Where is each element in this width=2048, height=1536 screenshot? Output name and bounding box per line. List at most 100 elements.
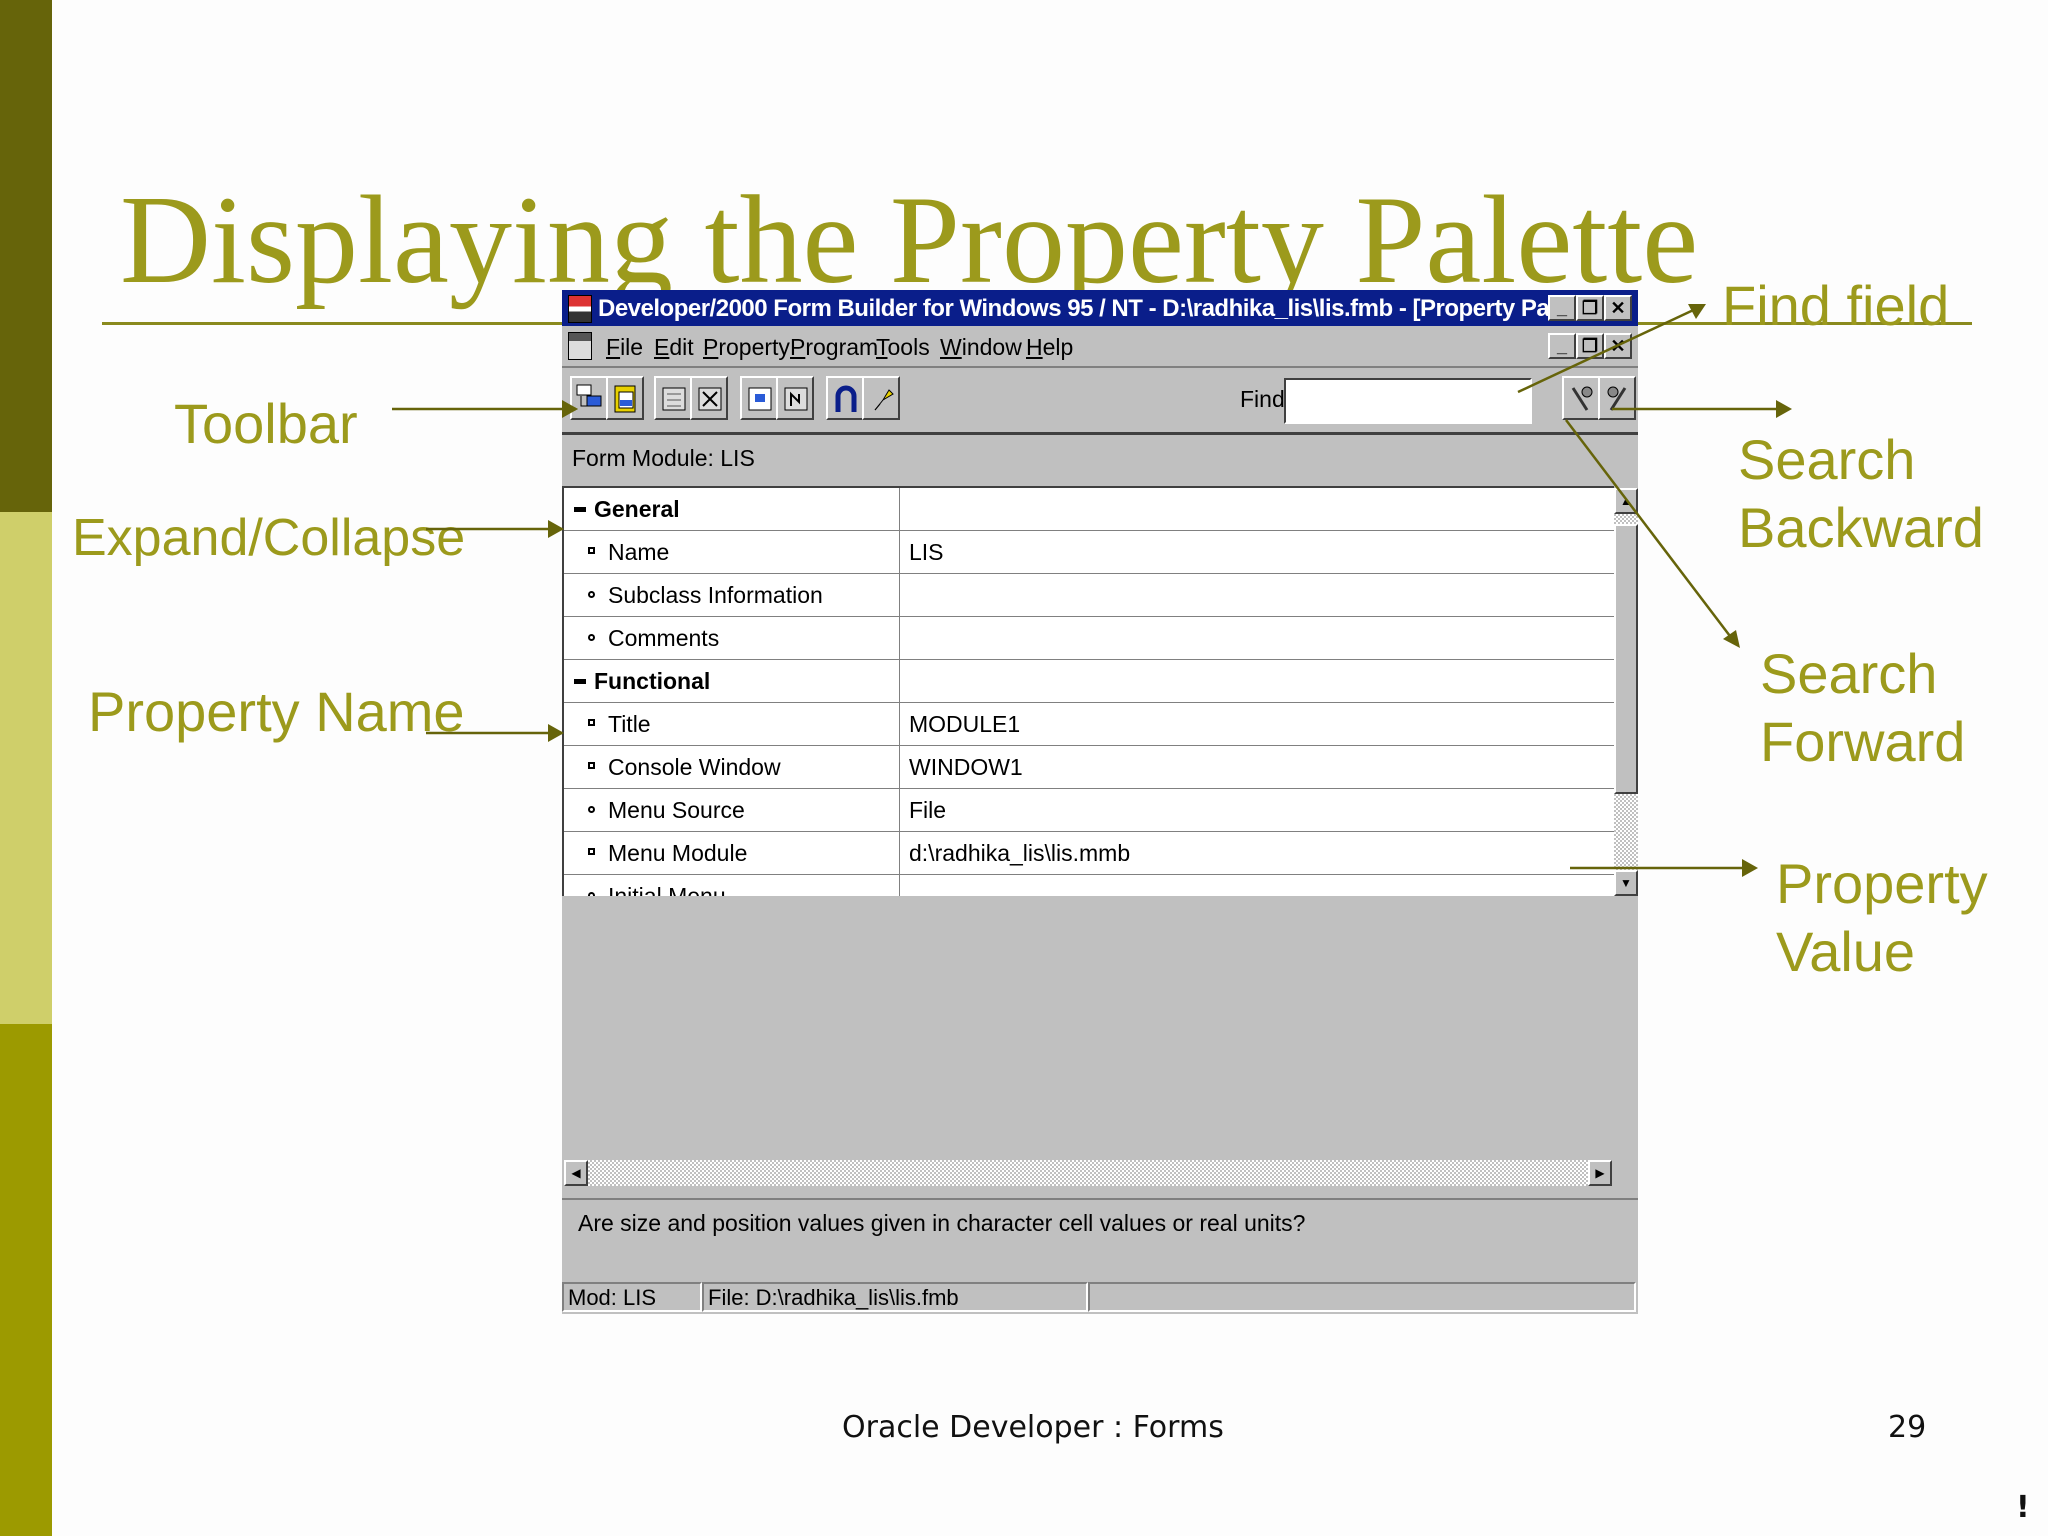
paste-properties-button[interactable] bbox=[606, 376, 644, 420]
property-class-icon bbox=[784, 387, 808, 411]
property-name-text: Console Window bbox=[608, 754, 781, 780]
module-header-text: Form Module: LIS bbox=[572, 445, 755, 471]
left-bar-bottom bbox=[0, 1024, 52, 1536]
callout-search-backward-2: Backward bbox=[1738, 496, 1984, 559]
dot-bullet-icon bbox=[588, 591, 595, 598]
toolbar: Find: bbox=[562, 368, 1638, 435]
callout-search-forward-2: Forward bbox=[1760, 710, 1966, 773]
property-value-text[interactable]: MODULE1 bbox=[909, 711, 1020, 738]
copy-properties-button[interactable] bbox=[570, 376, 608, 420]
property-name-cell[interactable]: Functional bbox=[564, 660, 900, 702]
menu-property[interactable]: Property bbox=[703, 334, 790, 361]
dot-bullet-icon bbox=[588, 634, 595, 641]
window-title: Developer/2000 Form Builder for Windows … bbox=[598, 295, 1604, 322]
menu-program[interactable]: Program bbox=[790, 334, 878, 361]
restore-button[interactable]: ❐ bbox=[1576, 295, 1604, 321]
property-row[interactable]: Title MODULE1 bbox=[564, 703, 1614, 746]
window-titlebar[interactable]: Developer/2000 Form Builder for Windows … bbox=[562, 290, 1638, 326]
property-value-text[interactable]: LIS bbox=[909, 539, 944, 566]
property-name-cell[interactable]: Initial Menu bbox=[564, 875, 900, 896]
pin-button[interactable] bbox=[862, 376, 900, 420]
property-name-cell[interactable]: Menu Source bbox=[564, 789, 900, 831]
menubar: File Edit Property Program Tools Window … bbox=[562, 326, 1638, 368]
close-button[interactable]: ✕ bbox=[1604, 295, 1632, 321]
slide-footer: Oracle Developer : Forms bbox=[842, 1410, 1224, 1445]
intersection-button[interactable] bbox=[826, 376, 864, 420]
property-name-cell[interactable]: Console Window bbox=[564, 746, 900, 788]
property-row[interactable]: Initial Menu bbox=[564, 875, 1614, 896]
property-row[interactable]: Subclass Information bbox=[564, 574, 1614, 617]
hint-text: Are size and position values given in ch… bbox=[578, 1210, 1306, 1236]
property-name-text: Menu Source bbox=[608, 797, 745, 823]
scroll-left-button[interactable]: ◀ bbox=[564, 1160, 588, 1186]
hint-bar: Are size and position values given in ch… bbox=[562, 1198, 1638, 1244]
square-bullet-icon bbox=[588, 762, 595, 769]
property-name-cell[interactable]: Subclass Information bbox=[564, 574, 900, 616]
add-property-button[interactable] bbox=[654, 376, 692, 420]
property-row[interactable]: Console Window WINDOW1 bbox=[564, 746, 1614, 789]
menu-file[interactable]: File bbox=[606, 334, 643, 361]
menu-help[interactable]: Help bbox=[1026, 334, 1073, 361]
doc-minimize-button[interactable]: _ bbox=[1548, 333, 1576, 359]
left-bar-top bbox=[0, 0, 52, 512]
property-group-row[interactable]: General bbox=[564, 488, 1614, 531]
status-file-text: File: D:\radhika_lis\lis.fmb bbox=[708, 1285, 959, 1310]
callout-property-name: Property Name bbox=[88, 680, 465, 743]
search-forward-button[interactable] bbox=[1598, 376, 1636, 420]
delete-property-button[interactable] bbox=[690, 376, 728, 420]
property-row[interactable]: Comments bbox=[564, 617, 1614, 660]
horizontal-scrollbar[interactable]: ◀ ▶ bbox=[564, 1160, 1612, 1186]
status-extra bbox=[1088, 1282, 1636, 1312]
intersection-icon bbox=[835, 385, 857, 412]
vertical-scrollbar[interactable]: ▲ ▼ bbox=[1614, 488, 1638, 896]
property-name-cell[interactable]: Name bbox=[564, 531, 900, 573]
callout-expand-collapse: Expand/Collapse bbox=[72, 509, 466, 567]
scroll-up-button[interactable]: ▲ bbox=[1614, 488, 1638, 514]
paste-properties-icon bbox=[614, 385, 636, 413]
property-group-row[interactable]: Functional bbox=[564, 660, 1614, 703]
find-input[interactable] bbox=[1284, 378, 1532, 424]
app-icon bbox=[568, 295, 592, 323]
inherit-button[interactable] bbox=[740, 376, 778, 420]
doc-restore-button[interactable]: ❐ bbox=[1576, 333, 1604, 359]
property-name-cell[interactable]: General bbox=[564, 488, 900, 530]
property-row[interactable]: Menu Module d:\radhika_lis\lis.mmb bbox=[564, 832, 1614, 875]
callout-search-forward-1: Search bbox=[1760, 642, 1938, 705]
property-value-text[interactable]: d:\radhika_lis\lis.mmb bbox=[909, 840, 1130, 867]
property-name-cell[interactable]: Title bbox=[564, 703, 900, 745]
menu-edit[interactable]: Edit bbox=[654, 334, 694, 361]
property-row[interactable]: Name LIS bbox=[564, 531, 1614, 574]
doc-close-button[interactable]: ✕ bbox=[1604, 333, 1632, 359]
property-value-text[interactable]: File bbox=[909, 797, 946, 824]
arrowhead-search-forward bbox=[1723, 630, 1740, 648]
scroll-right-button[interactable]: ▶ bbox=[1588, 1160, 1612, 1186]
menu-tools[interactable]: Tools bbox=[876, 334, 930, 361]
status-module: Mod: LIS bbox=[562, 1282, 702, 1312]
property-name-text: Initial Menu bbox=[608, 883, 726, 896]
corner-mark: ! bbox=[2016, 1490, 2030, 1525]
search-backward-button[interactable] bbox=[1562, 376, 1600, 420]
property-name-text: Comments bbox=[608, 625, 720, 651]
property-value-text[interactable]: WINDOW1 bbox=[909, 754, 1023, 781]
document-icon[interactable] bbox=[568, 332, 592, 360]
property-class-button[interactable] bbox=[776, 376, 814, 420]
property-row[interactable]: Menu Source File bbox=[564, 789, 1614, 832]
property-name-cell[interactable]: Menu Module bbox=[564, 832, 900, 874]
property-name-text: Title bbox=[608, 711, 651, 737]
inherit-icon bbox=[748, 387, 772, 411]
arrowhead-search-backward bbox=[1776, 400, 1792, 418]
collapse-icon[interactable] bbox=[574, 507, 586, 512]
callout-search-backward-1: Search bbox=[1738, 428, 1916, 491]
collapse-icon[interactable] bbox=[574, 679, 586, 684]
scroll-down-button[interactable]: ▼ bbox=[1614, 870, 1638, 896]
add-property-icon bbox=[662, 387, 686, 411]
left-bar-middle bbox=[0, 512, 52, 1024]
scroll-thumb[interactable] bbox=[1614, 524, 1638, 794]
minimize-button[interactable]: _ bbox=[1548, 295, 1576, 321]
property-name-text: Functional bbox=[594, 668, 711, 694]
property-name-text: Name bbox=[608, 539, 670, 565]
property-name-cell[interactable]: Comments bbox=[564, 617, 900, 659]
property-grid: General Name LIS Subclass Information Commen… bbox=[562, 486, 1614, 896]
menu-window[interactable]: Window bbox=[940, 334, 1022, 361]
property-name-text: Subclass Information bbox=[608, 582, 823, 608]
